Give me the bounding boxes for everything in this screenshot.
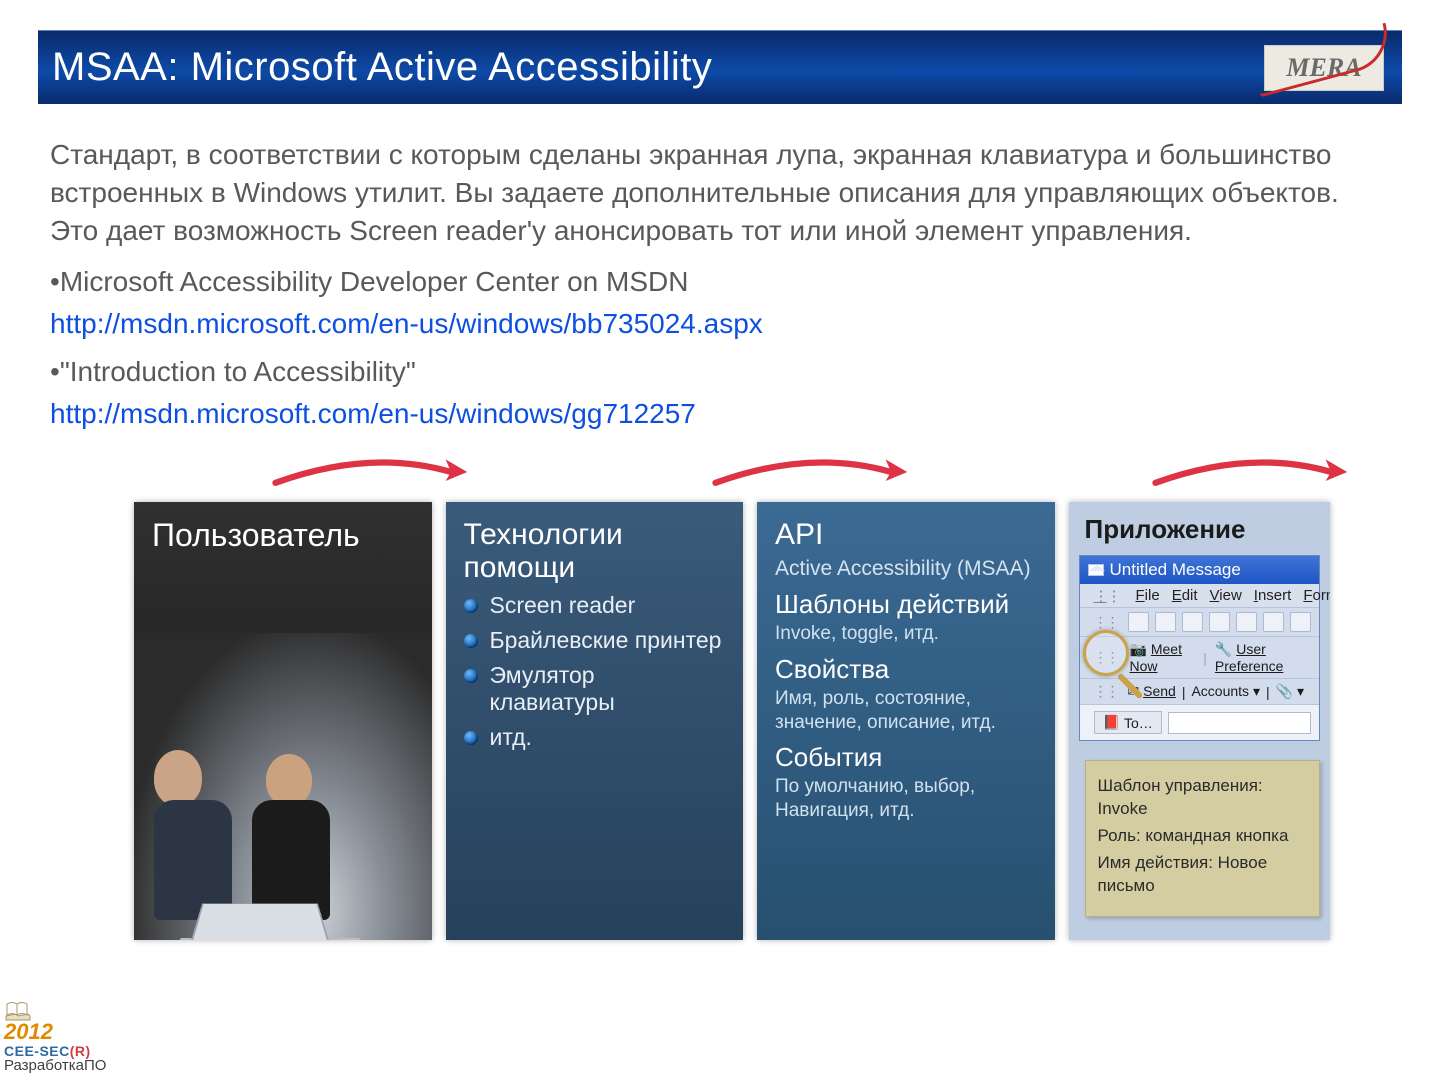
mera-logo: MERA [1264, 45, 1384, 91]
card-assist-title: Технологии помощи [464, 518, 726, 584]
send-button[interactable]: ✉ Send [1128, 683, 1176, 700]
accounts-dropdown[interactable]: Accounts ▾ [1191, 683, 1260, 700]
grip-icon: ⋮⋮ [1094, 587, 1120, 605]
assist-item: Screen reader [464, 592, 726, 619]
api-section-heading: События [775, 742, 1037, 773]
menu-bar: ⋮⋮ File Edit View Insert Form [1080, 584, 1320, 608]
laptop-icon [180, 864, 360, 934]
arrow-icon [260, 454, 480, 490]
attach-icon[interactable]: 📎 ▾ [1276, 683, 1304, 700]
to-row: 📕 To… [1080, 705, 1320, 740]
conference-logo: 2012 CEE-SEC(R) РазработкаПО [4, 998, 106, 1074]
card-api: API Active Accessibility (MSAA) Шаблоны … [757, 502, 1055, 940]
menu-item[interactable]: Form [1303, 587, 1330, 605]
menu-item[interactable]: Edit [1172, 587, 1198, 605]
arrow-icon [1140, 454, 1360, 490]
card-user: Пользователь [134, 502, 432, 940]
toolbar-button[interactable] [1155, 612, 1176, 632]
to-button[interactable]: 📕 To… [1094, 711, 1162, 734]
note-line: Имя действия: Новое письмо [1098, 852, 1308, 898]
body-text: Стандарт, в соответствии с которым сдела… [50, 136, 1390, 433]
envelope-icon [1088, 564, 1104, 576]
menu-item[interactable]: Insert [1254, 587, 1292, 605]
grip-icon: ⋮⋮ [1094, 649, 1118, 666]
card-api-title: API [775, 518, 1037, 551]
people-photo-placeholder [134, 633, 432, 940]
toolbar-button[interactable] [1209, 612, 1230, 632]
api-section-heading: Шаблоны действий [775, 589, 1037, 620]
conf-tagline: РазработкаПО [4, 1058, 106, 1074]
bullet-1-link[interactable]: http://msdn.microsoft.com/en-us/windows/… [50, 308, 763, 339]
user-preferences-button[interactable]: 🔧 User Preference [1215, 641, 1311, 674]
menu-item[interactable]: View [1210, 587, 1242, 605]
bullet-1: •Microsoft Accessibility Developer Cente… [50, 263, 1390, 301]
window-screenshot: Untitled Message ⋮⋮ File Edit View Inser… [1079, 555, 1321, 741]
arrow-icon [700, 454, 920, 490]
toolbar: ⋮⋮ [1080, 608, 1320, 637]
slide-title: MSAA: Microsoft Active Accessibility [52, 45, 712, 90]
flow-arrows [260, 454, 1360, 504]
tooltip-note: Шаблон управления: Invoke Роль: командна… [1085, 760, 1321, 917]
api-section-desc: Invoke, toggle, итд. [775, 622, 1037, 646]
title-bar: MSAA: Microsoft Active Accessibility MER… [38, 30, 1402, 104]
note-line: Роль: командная кнопка [1098, 825, 1308, 848]
bullet-2-link[interactable]: http://msdn.microsoft.com/en-us/windows/… [50, 398, 696, 429]
card-app-title: Приложение [1069, 502, 1331, 553]
grip-icon: ⋮⋮ [1094, 614, 1118, 631]
toolbar-button[interactable] [1182, 612, 1203, 632]
bullet-2: •"Introduction to Accessibility" [50, 353, 1390, 391]
intro-paragraph: Стандарт, в соответствии с которым сдела… [50, 136, 1390, 249]
assist-item: итд. [464, 724, 726, 751]
card-user-title: Пользователь [152, 518, 414, 553]
toolbar-button[interactable] [1290, 612, 1311, 632]
logo-swoosh-icon [1250, 22, 1396, 97]
conf-year: 2012 [4, 1020, 106, 1043]
menu-item[interactable]: File [1136, 587, 1160, 605]
toolbar-button[interactable] [1236, 612, 1257, 632]
assist-item: Брайлевские принтер [464, 627, 726, 654]
card-api-sub: Active Accessibility (MSAA) [775, 557, 1037, 581]
toolbar-row-3: ⋮⋮ ✉ Send | Accounts ▾ | 📎 ▾ [1080, 679, 1320, 705]
grip-icon: ⋮⋮ [1094, 683, 1118, 700]
meet-now-button[interactable]: 📷 Meet Now [1130, 641, 1196, 674]
diagram-cards: Пользователь Технологии помощи Screen re… [134, 502, 1330, 940]
toolbar-row-2: ⋮⋮ 📷 Meet Now | 🔧 User Preference [1080, 637, 1320, 679]
window-title-text: Untitled Message [1110, 560, 1241, 580]
card-assistive-tech: Технологии помощи Screen reader Брайлевс… [446, 502, 744, 940]
window-titlebar: Untitled Message [1080, 556, 1320, 584]
to-input[interactable] [1168, 712, 1311, 734]
assist-item: Эмулятор клавиатуры [464, 662, 726, 716]
toolbar-button[interactable] [1263, 612, 1284, 632]
toolbar-button[interactable] [1128, 612, 1149, 632]
api-section-heading: Свойства [775, 654, 1037, 685]
note-line: Шаблон управления: Invoke [1098, 775, 1308, 821]
conf-org: CEE-SEC(R) [4, 1044, 106, 1059]
card-application: Приложение Untitled Message ⋮⋮ File Edit… [1069, 502, 1331, 940]
api-section-desc: Имя, роль, состояние, значение, описание… [775, 687, 1037, 735]
api-section-desc: По умолчанию, выбор, Навигация, итд. [775, 775, 1037, 823]
